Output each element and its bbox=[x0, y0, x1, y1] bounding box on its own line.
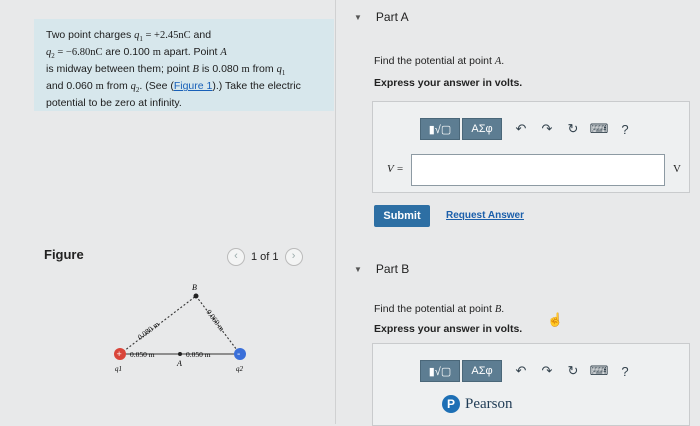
part-a-header[interactable]: ▼ Part A bbox=[354, 10, 409, 24]
part-a-toolbar: ▮√▢ ΑΣφ ↶ ↷ ↻ ⌨ ? bbox=[420, 118, 638, 140]
dist-B-q2: 0.060 m bbox=[204, 308, 226, 333]
charge-diagram: B A 0.080 m 0.060 m 0.050 m 0.050 m + - … bbox=[114, 283, 246, 373]
minus-sign: - bbox=[237, 349, 240, 360]
problem-statement: Two point charges q1 = +2.45nC and q2 = … bbox=[34, 19, 334, 111]
chevron-right-icon[interactable]: › bbox=[284, 248, 303, 266]
help-icon[interactable]: ? bbox=[612, 122, 638, 137]
point-A-label: A bbox=[176, 359, 182, 368]
request-answer-link[interactable]: Request Answer bbox=[446, 210, 524, 221]
reset-icon[interactable]: ↻ bbox=[560, 363, 586, 379]
unit-label: V bbox=[673, 163, 681, 175]
redo-icon[interactable]: ↷ bbox=[534, 363, 560, 379]
keyboard-icon[interactable]: ⌨ bbox=[586, 121, 612, 137]
caret-down-icon: ▼ bbox=[354, 264, 362, 274]
help-icon[interactable]: ? bbox=[612, 364, 638, 379]
part-b-toolbar: ▮√▢ ΑΣφ ↶ ↷ ↻ ⌨ ? bbox=[420, 360, 638, 382]
part-b-title: Part B bbox=[375, 262, 410, 276]
pearson-name: Pearson bbox=[465, 395, 513, 412]
plus-sign: + bbox=[117, 349, 122, 359]
problem-text: Two point charges q1 = +2.45nC and q2 = … bbox=[46, 29, 301, 110]
dist-left: 0.050 m bbox=[130, 350, 155, 359]
point-B-label: B bbox=[192, 283, 197, 292]
pearson-brand: P Pearson bbox=[442, 395, 513, 413]
q2-label: q2 bbox=[236, 365, 244, 373]
dist-q1-B: 0.080 m bbox=[136, 320, 161, 342]
part-a-answer-box: ▮√▢ ΑΣφ ↶ ↷ ↻ ⌨ ? V = V bbox=[372, 101, 690, 193]
part-a-question: Find the potential at point A. bbox=[374, 55, 505, 67]
point-A-dot bbox=[178, 352, 182, 356]
cursor-hand-icon: ☝ bbox=[547, 312, 564, 327]
greek-symbols-button[interactable]: ΑΣφ bbox=[462, 360, 502, 382]
part-a-instruction: Express your answer in volts. bbox=[374, 77, 523, 89]
undo-icon[interactable]: ↶ bbox=[508, 121, 534, 137]
templates-icon[interactable]: ▮√▢ bbox=[420, 360, 460, 382]
part-b-answer-box: ▮√▢ ΑΣφ ↶ ↷ ↻ ⌨ ? bbox=[372, 343, 690, 426]
figure-pager: ‹ 1 of 1 › bbox=[227, 248, 303, 266]
reset-icon[interactable]: ↻ bbox=[560, 121, 586, 137]
chevron-left-icon[interactable]: ‹ bbox=[227, 248, 245, 266]
figure-label: Figure bbox=[44, 247, 84, 262]
part-a-title: Part A bbox=[375, 10, 409, 24]
figure-link[interactable]: Figure 1 bbox=[174, 80, 213, 92]
caret-down-icon: ▼ bbox=[354, 12, 362, 22]
redo-icon[interactable]: ↷ bbox=[534, 121, 560, 137]
answer-input[interactable] bbox=[411, 154, 665, 186]
greek-symbols-button[interactable]: ΑΣφ bbox=[462, 118, 502, 140]
part-b-header[interactable]: ▼ Part B bbox=[354, 262, 409, 276]
pearson-logo-icon: P bbox=[442, 395, 460, 413]
submit-button[interactable]: Submit bbox=[374, 205, 430, 227]
q1-label: q1 bbox=[115, 365, 122, 373]
point-B-dot bbox=[193, 293, 199, 299]
keyboard-icon[interactable]: ⌨ bbox=[586, 363, 612, 379]
dist-right: 0.050 m bbox=[186, 350, 211, 359]
part-b-question: Find the potential at point B. bbox=[374, 303, 505, 315]
templates-icon[interactable]: ▮√▢ bbox=[420, 118, 460, 140]
pager-text: 1 of 1 bbox=[251, 251, 279, 263]
column-divider bbox=[335, 0, 336, 424]
part-b-instruction: Express your answer in volts. bbox=[374, 323, 523, 335]
var-label: V = bbox=[387, 163, 404, 175]
undo-icon[interactable]: ↶ bbox=[508, 363, 534, 379]
